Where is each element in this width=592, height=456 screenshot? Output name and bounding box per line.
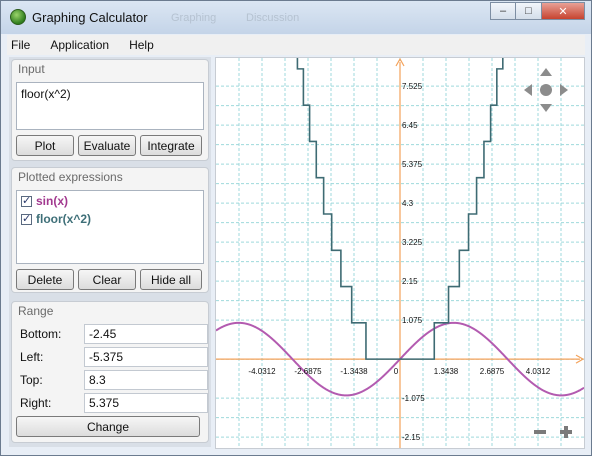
y-tick-label: 6.45 bbox=[402, 121, 418, 130]
top-label: Top: bbox=[20, 373, 43, 387]
left-label: Left: bbox=[20, 350, 44, 364]
zoom-in-icon-vertical[interactable] bbox=[564, 426, 568, 438]
menu-application[interactable]: Application bbox=[40, 38, 119, 52]
y-tick-label: 2.15 bbox=[402, 277, 418, 286]
bottom-field[interactable]: -2.45 bbox=[84, 324, 208, 344]
axes bbox=[216, 57, 585, 448]
checkbox[interactable] bbox=[21, 212, 32, 225]
input-group-title: Input bbox=[18, 62, 45, 76]
range-row-top: Top: 8.3 bbox=[16, 370, 208, 390]
app-logo-icon bbox=[10, 9, 26, 25]
range-row-left: Left: -5.375 bbox=[16, 347, 208, 367]
integrate-button[interactable]: Integrate bbox=[140, 135, 202, 156]
x-tick-label: -4.0312 bbox=[248, 367, 276, 376]
range-row-right: Right: 5.375 bbox=[16, 393, 208, 413]
plotted-group-title: Plotted expressions bbox=[18, 170, 123, 184]
background-window-text: Graphing bbox=[171, 12, 217, 24]
plotted-expressions-list: sin(x) floor(x^2) bbox=[16, 190, 204, 264]
bottom-label: Bottom: bbox=[20, 327, 62, 341]
pan-down-icon[interactable] bbox=[540, 104, 552, 112]
y-tick-label: 5.375 bbox=[402, 160, 423, 169]
window-title: Graphing Calculator bbox=[32, 10, 148, 25]
background-window-text: Discussion bbox=[246, 12, 300, 24]
range-group: Range Bottom: -2.45 Left: -5.375 Top: 8.… bbox=[11, 301, 209, 443]
y-tick-label: 3.225 bbox=[402, 238, 423, 247]
left-panel: Input floor(x^2) Plot Evaluate Integrate… bbox=[9, 57, 211, 447]
window-controls: ‒ □ ✕ bbox=[490, 2, 585, 20]
graph-area[interactable]: -4.0312 -2.6875 -1.3438 0 1.3438 2.6875 4.0312… bbox=[215, 20, 585, 449]
zoom-out-icon[interactable] bbox=[534, 430, 546, 434]
expression-input[interactable]: floor(x^2) bbox=[16, 82, 204, 130]
range-group-title: Range bbox=[18, 304, 54, 318]
menu-bar: File Application Help bbox=[7, 35, 585, 55]
menu-help[interactable]: Help bbox=[119, 38, 164, 52]
range-row-bottom: Bottom: -2.45 bbox=[16, 324, 208, 344]
x-tick-label: -2.6875 bbox=[294, 367, 322, 376]
plotted-expressions-group: Plotted expressions sin(x) floor(x^2) De… bbox=[11, 167, 209, 293]
pan-center-icon[interactable] bbox=[540, 84, 552, 96]
checkbox[interactable] bbox=[21, 194, 32, 207]
top-field[interactable]: 8.3 bbox=[84, 370, 208, 390]
x-tick-label: 4.0312 bbox=[526, 367, 551, 376]
x-tick-label: 1.3438 bbox=[434, 367, 459, 376]
y-tick-label: 1.075 bbox=[402, 316, 423, 325]
x-tick-label: 2.6875 bbox=[480, 367, 505, 376]
change-button[interactable]: Change bbox=[16, 416, 200, 437]
plot-button[interactable]: Plot bbox=[16, 135, 74, 156]
y-tick-label: -1.075 bbox=[402, 394, 425, 403]
title-bar[interactable]: Graphing Calculator Graphing Discussion … bbox=[1, 1, 591, 34]
y-tick-label: 7.525 bbox=[402, 82, 423, 91]
maximize-button[interactable]: □ bbox=[516, 2, 542, 20]
right-field[interactable]: 5.375 bbox=[84, 393, 208, 413]
x-tick-label: -1.3438 bbox=[340, 367, 368, 376]
right-label: Right: bbox=[20, 396, 52, 410]
clear-button[interactable]: Clear bbox=[78, 269, 136, 290]
hide-all-button[interactable]: Hide all bbox=[140, 269, 202, 290]
minimize-button[interactable]: ‒ bbox=[490, 2, 516, 20]
list-item[interactable]: sin(x) bbox=[21, 193, 203, 209]
y-tick-label: -2.15 bbox=[402, 433, 421, 442]
app-window: Graphing Calculator Graphing Discussion … bbox=[0, 0, 592, 456]
list-item[interactable]: floor(x^2) bbox=[21, 211, 203, 227]
close-button[interactable]: ✕ bbox=[542, 2, 585, 20]
y-tick-label: 4.3 bbox=[402, 199, 414, 208]
menu-file[interactable]: File bbox=[7, 38, 40, 52]
expression-label: floor(x^2) bbox=[36, 212, 92, 226]
evaluate-button[interactable]: Evaluate bbox=[78, 135, 136, 156]
x-tick-label: 0 bbox=[394, 367, 399, 376]
pan-up-icon[interactable] bbox=[540, 68, 552, 76]
left-field[interactable]: -5.375 bbox=[84, 347, 208, 367]
graph-canvas[interactable]: -4.0312 -2.6875 -1.3438 0 1.3438 2.6875 4.0312… bbox=[215, 20, 585, 448]
delete-button[interactable]: Delete bbox=[16, 269, 74, 290]
input-group: Input floor(x^2) Plot Evaluate Integrate bbox=[11, 59, 209, 161]
expression-label: sin(x) bbox=[36, 194, 69, 208]
